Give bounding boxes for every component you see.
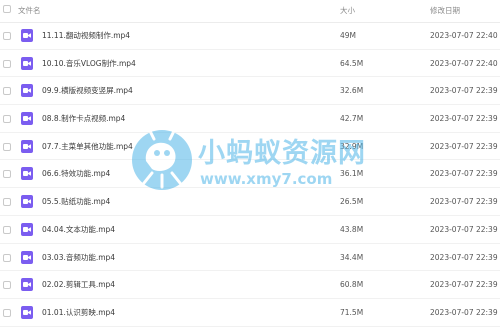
file-list-table: 文件名 大小 修改日期 11.11.翻动视频制作.mp4 49M 2023-07-0…: [0, 0, 500, 333]
file-name[interactable]: 04.04.文本功能.mp4: [42, 225, 115, 235]
file-modified-date: 2023-07-07 22:39: [430, 252, 498, 262]
file-name[interactable]: 10.10.音乐VLOG制作.mp4: [42, 59, 136, 69]
row-checkbox[interactable]: [3, 170, 11, 179]
file-size: 71.5M: [340, 307, 364, 317]
file-modified-date: 2023-07-07 22:39: [430, 280, 498, 290]
file-row[interactable]: 08.8.制作卡点视频.mp4 42.7M 2023-07-07 22:39: [0, 105, 500, 133]
column-header-size[interactable]: 大小: [340, 6, 355, 16]
file-row[interactable]: 09.9.横版视频变竖屏.mp4 32.6M 2023-07-07 22:39: [0, 77, 500, 106]
row-checkbox[interactable]: [3, 198, 11, 207]
video-file-icon: [21, 167, 33, 181]
file-name[interactable]: 11.11.翻动视频制作.mp4: [42, 31, 130, 41]
row-checkbox[interactable]: [3, 253, 11, 262]
file-row[interactable]: 02.02.剪辑工具.mp4 60.8M 2023-07-07 22:39: [0, 271, 500, 299]
file-size: 64.5M: [340, 58, 364, 68]
file-name[interactable]: 05.5.贴纸功能.mp4: [42, 197, 110, 207]
file-size: 60.8M: [340, 280, 364, 290]
file-modified-date: 2023-07-07 22:39: [430, 169, 498, 179]
file-modified-date: 2023-07-07 22:39: [430, 114, 498, 124]
video-file-icon: [21, 84, 33, 98]
row-checkbox[interactable]: [3, 142, 11, 151]
file-row[interactable]: 01.01.认识剪映.mp4 71.5M 2023-07-07 22:39: [0, 299, 500, 327]
video-file-icon: [21, 195, 33, 209]
file-size: 26.5M: [340, 197, 364, 207]
file-name[interactable]: 06.6.特效功能.mp4: [42, 169, 110, 179]
video-file-icon: [21, 222, 33, 236]
video-file-icon: [21, 56, 33, 70]
column-header-date[interactable]: 修改日期: [430, 6, 460, 16]
video-file-icon: [21, 278, 33, 292]
file-size: 32.6M: [340, 86, 364, 96]
file-modified-date: 2023-07-07 22:39: [430, 307, 498, 317]
file-name[interactable]: 09.9.横版视频变竖屏.mp4: [42, 86, 133, 96]
file-modified-date: 2023-07-07 22:39: [430, 197, 498, 207]
file-modified-date: 2023-07-07 22:39: [430, 86, 498, 96]
file-size: 36.1M: [340, 169, 364, 179]
file-size: 42.7M: [340, 114, 364, 124]
video-file-icon: [21, 112, 33, 126]
video-file-icon: [21, 139, 33, 153]
select-all-checkbox[interactable]: [3, 5, 11, 13]
file-size: 43.8M: [340, 224, 364, 234]
file-name[interactable]: 07.7.主菜单其他功能.mp4: [42, 142, 133, 152]
file-modified-date: 2023-07-07 22:39: [430, 224, 498, 234]
file-name[interactable]: 03.03.音频功能.mp4: [42, 253, 115, 263]
file-size: 32.9M: [340, 141, 364, 151]
video-file-icon: [21, 305, 33, 319]
file-row[interactable]: 04.04.文本功能.mp4 43.8M 2023-07-07 22:39: [0, 216, 500, 244]
row-checkbox[interactable]: [3, 281, 11, 290]
video-file-icon: [21, 250, 33, 264]
video-file-icon: [21, 29, 33, 42]
row-checkbox[interactable]: [3, 32, 11, 40]
file-row[interactable]: 06.6.特效功能.mp4 36.1M 2023-07-07 22:39: [0, 160, 500, 189]
file-size: 49M: [340, 31, 357, 40]
file-modified-date: 2023-07-07 22:40: [430, 58, 498, 68]
row-checkbox[interactable]: [3, 87, 11, 96]
file-row[interactable]: 07.7.主菜单其他功能.mp4 32.9M 2023-07-07 22:39: [0, 133, 500, 161]
file-name[interactable]: 08.8.制作卡点视频.mp4: [42, 114, 125, 124]
file-rows: 11.11.翻动视频制作.mp4 49M 2023-07-07 22:40 10.10…: [0, 22, 500, 327]
table-header: 文件名 大小 修改日期: [0, 0, 500, 23]
row-checkbox[interactable]: [3, 59, 11, 68]
file-size: 34.4M: [340, 252, 364, 262]
file-modified-date: 2023-07-07 22:40: [430, 31, 498, 40]
file-row[interactable]: 03.03.音频功能.mp4 34.4M 2023-07-07 22:39: [0, 244, 500, 272]
row-checkbox[interactable]: [3, 225, 11, 234]
file-row[interactable]: 11.11.翻动视频制作.mp4 49M 2023-07-07 22:40: [0, 22, 500, 50]
file-modified-date: 2023-07-07 22:39: [430, 141, 498, 151]
file-name[interactable]: 01.01.认识剪映.mp4: [42, 308, 115, 318]
row-checkbox[interactable]: [3, 115, 11, 124]
file-name[interactable]: 02.02.剪辑工具.mp4: [42, 280, 115, 290]
file-row[interactable]: 10.10.音乐VLOG制作.mp4 64.5M 2023-07-07 22:40: [0, 50, 500, 78]
file-row[interactable]: 05.5.贴纸功能.mp4 26.5M 2023-07-07 22:39: [0, 188, 500, 216]
column-header-name[interactable]: 文件名: [18, 6, 41, 16]
row-checkbox[interactable]: [3, 308, 11, 317]
